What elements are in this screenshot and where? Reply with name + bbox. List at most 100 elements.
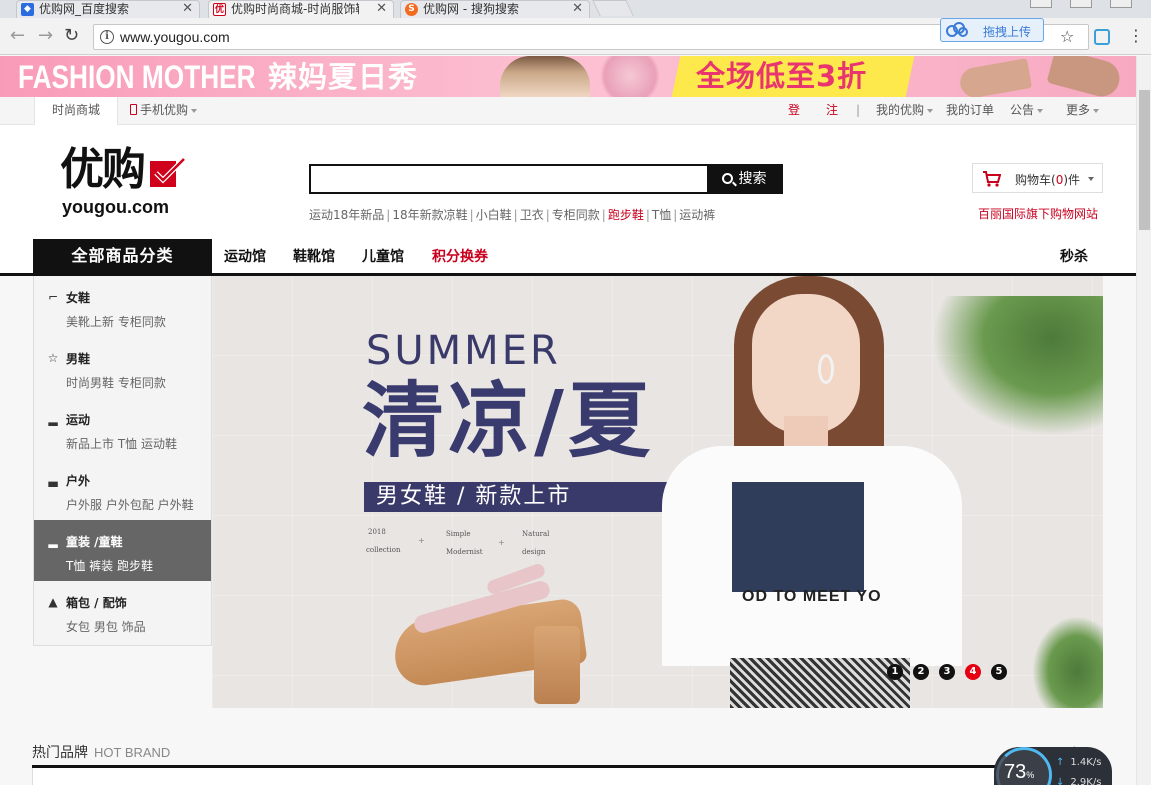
carousel-dot-active[interactable]: 4 <box>965 664 981 680</box>
all-categories-button[interactable]: 全部商品分类 <box>33 239 212 273</box>
category-sub: 女包 男包 饰品 <box>66 620 146 634</box>
minimize-button[interactable] <box>1030 0 1052 8</box>
banner-headline: 清凉/夏 <box>362 374 654 469</box>
hot-keyword[interactable]: 专柜同款 <box>552 208 600 222</box>
hot-keyword[interactable]: 18年新款凉鞋 <box>392 208 467 222</box>
reload-icon[interactable]: ↻ <box>64 26 79 46</box>
chevron-down-icon <box>927 108 934 113</box>
hot-keywords: 运动18年新品 | 18年新款凉鞋 | 小白鞋 | 卫衣 | 专柜同款 | 跑步鞋 | T恤 | 运动裤 <box>309 206 715 223</box>
promo-title-en: FASHION MOTHER <box>18 59 256 95</box>
memory-percent: 73% <box>1004 761 1034 784</box>
back-arrow-icon[interactable]: ← <box>10 26 25 46</box>
hot-keyword[interactable]: T恤 <box>652 208 671 222</box>
boot-icon: ▃ <box>48 473 58 487</box>
promo-shoe-image <box>1046 56 1124 97</box>
hot-brand-title: 热门品牌 HOT BRAND <box>32 742 170 762</box>
category-title: 童装 /童鞋 <box>66 535 123 549</box>
menu-icon[interactable]: ⋮ <box>1128 28 1144 44</box>
cart-button[interactable]: 购物车(0)件 <box>972 163 1103 193</box>
category-item-sports[interactable]: ▂ 运动 新品上市 T恤 运动鞋 <box>34 398 211 459</box>
carousel-dot[interactable]: 5 <box>991 664 1007 680</box>
separator: | <box>645 208 650 222</box>
close-icon[interactable]: ✕ <box>182 1 193 17</box>
more-label: 更多 <box>1066 103 1091 117</box>
hot-keyword[interactable]: 运动裤 <box>679 208 715 222</box>
category-item-kids[interactable]: ▂ 童装 /童鞋 T恤 裤装 跑步鞋 <box>34 520 211 581</box>
page-scrollbar[interactable] <box>1136 56 1151 785</box>
category-item-women-shoes[interactable]: ⌐ 女鞋 美靴上新 专柜同款 <box>34 276 211 337</box>
kids-shoe-icon: ▂ <box>48 534 58 548</box>
nav-shoes-hall[interactable]: 鞋靴馆 <box>293 246 335 266</box>
scrollbar-thumb[interactable] <box>1139 90 1150 230</box>
hot-keyword[interactable]: 卫衣 <box>520 208 544 222</box>
logo-text-cn: 优购 <box>60 144 146 195</box>
chevron-down-icon <box>1037 108 1044 113</box>
my-yougou-menu[interactable]: 我的优购 <box>876 97 934 125</box>
search-button[interactable]: 搜索 <box>707 166 781 192</box>
browser-tabstrip: ◆ 优购网_百度搜索 ✕ 优 优购时尚商城-时尚服饰鞋 ✕ S 优购网 - 搜狗… <box>0 0 1151 18</box>
extension-icon[interactable] <box>1094 29 1110 45</box>
up-arrow-icon: ↑ <box>1056 757 1065 768</box>
promo-banner[interactable]: FASHION MOTHER 辣妈夏日秀 全场低至3折 <box>0 56 1136 97</box>
login-link[interactable]: 登 <box>788 97 800 125</box>
close-window-button[interactable] <box>1110 0 1132 8</box>
hot-keyword[interactable]: 运动18年新品 <box>309 208 384 222</box>
close-icon[interactable]: ✕ <box>572 1 583 17</box>
browser-tab-yougou[interactable]: 优 优购时尚商城-时尚服饰鞋 ✕ <box>208 0 394 18</box>
browser-tab-baidu[interactable]: ◆ 优购网_百度搜索 ✕ <box>16 0 200 18</box>
download-speed: ↓ 2.9K/s <box>1056 777 1101 785</box>
home-tab[interactable]: 时尚商城 <box>34 97 118 125</box>
nav-kids-hall[interactable]: 儿童馆 <box>362 246 404 266</box>
category-item-bags[interactable]: ▲ 箱包 / 配饰 女包 男包 饰品 <box>34 581 211 642</box>
forward-arrow-icon[interactable]: → <box>38 26 53 46</box>
plus-mark: + <box>418 536 425 545</box>
category-item-men-shoes[interactable]: ☆ 男鞋 时尚男鞋 专柜同款 <box>34 337 211 398</box>
shirt-print-image <box>732 482 864 592</box>
banner-small-text: collection <box>366 546 401 554</box>
maximize-button[interactable] <box>1070 0 1092 8</box>
belle-link[interactable]: 百丽国际旗下购物网站 <box>978 205 1098 222</box>
category-sub: 户外服 户外包配 户外鞋 <box>66 498 194 512</box>
mobile-yougou-link[interactable]: 手机优购 <box>130 97 198 125</box>
carousel-dot[interactable]: 1 <box>887 664 903 680</box>
mobile-label: 手机优购 <box>140 103 189 117</box>
new-tab-button[interactable] <box>592 0 634 16</box>
info-icon[interactable]: i <box>100 30 114 44</box>
nav-points-exchange[interactable]: 积分换券 <box>432 246 488 266</box>
promo-discount-text: 全场低至3折 <box>696 59 868 93</box>
cart-label-text: 购物车( <box>1015 173 1056 187</box>
close-icon[interactable]: ✕ <box>376 1 387 17</box>
category-sub: 新品上市 T恤 运动鞋 <box>66 437 177 451</box>
hot-keyword[interactable]: 跑步鞋 <box>608 208 644 222</box>
drag-upload-button[interactable]: 拖拽上传 <box>940 18 1044 42</box>
chevron-down-icon <box>1088 177 1094 181</box>
carousel-dot[interactable]: 3 <box>939 664 955 680</box>
my-orders-link[interactable]: 我的订单 <box>946 97 994 125</box>
category-item-outdoor[interactable]: ▃ 户外 户外服 户外包配 户外鞋 <box>34 459 211 520</box>
notice-menu[interactable]: 公告 <box>1010 97 1044 125</box>
upload-speed: ↑ 1.4K/s <box>1056 757 1101 768</box>
browser-toolbar: ← → ↻ i www.yougou.com ⌕ ☆ 拖拽上传 ⋮ <box>0 18 1151 55</box>
category-title: 男鞋 <box>66 352 91 366</box>
phone-icon <box>130 104 137 115</box>
bookmark-star-icon[interactable]: ☆ <box>1060 29 1074 45</box>
divider: | <box>856 103 861 117</box>
search-input[interactable] <box>311 166 707 192</box>
browser-tab-sogou[interactable]: S 优购网 - 搜狗搜索 ✕ <box>400 0 590 18</box>
more-menu[interactable]: 更多 <box>1066 97 1100 125</box>
carousel-dot[interactable]: 2 <box>913 664 929 680</box>
category-title: 箱包 / 配饰 <box>66 596 127 610</box>
site-header: 优购 yougou.com 搜索 运动18年新品 | 18年新款凉鞋 | 小白鞋 | 卫衣 |… <box>0 125 1136 239</box>
hero-banner[interactable]: SUMMER 清凉/夏 男女鞋 / 新款上市 2018 collection +… <box>212 276 1103 708</box>
nav-flash-sale[interactable]: 秒杀 <box>1060 246 1088 266</box>
logo-text-en: yougou.com <box>62 197 169 217</box>
yougou-logo[interactable]: 优购 yougou.com <box>60 145 190 225</box>
cloud-icon <box>946 22 968 37</box>
hot-keyword[interactable]: 小白鞋 <box>476 208 512 222</box>
register-link[interactable]: 注 <box>826 97 838 125</box>
sneaker-icon: ▂ <box>48 412 58 426</box>
network-speed-widget[interactable]: 73% ↑ 1.4K/s ↓ 2.9K/s <box>994 747 1112 785</box>
cart-label: 购物车(0)件 <box>1015 171 1080 188</box>
category-sub: 时尚男鞋 专柜同款 <box>66 376 166 390</box>
nav-sports-hall[interactable]: 运动馆 <box>224 246 266 266</box>
